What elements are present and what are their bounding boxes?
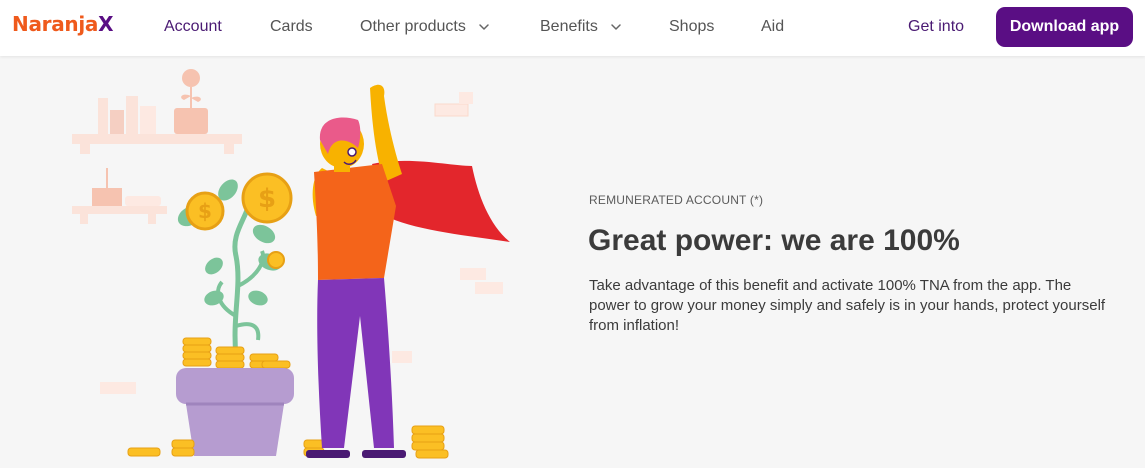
svg-text:$: $	[258, 184, 276, 214]
nav-account-label: Account	[164, 18, 222, 35]
chevron-down-icon	[610, 21, 622, 33]
top-navigation-bar: NaranjaX Account Cards Other products Be…	[0, 0, 1145, 56]
nav-shops-label: Shops	[669, 18, 715, 35]
nav-other-products[interactable]: Other products	[360, 18, 490, 36]
nav-shops[interactable]: Shops	[669, 18, 714, 36]
logo-x: X	[98, 12, 114, 36]
decor-shelves	[72, 69, 503, 394]
nav-cards[interactable]: Cards	[270, 18, 313, 36]
hero-person	[306, 84, 406, 458]
nav-other-products-label: Other products	[360, 18, 466, 35]
login-link[interactable]: Get into	[908, 18, 964, 36]
svg-text:$: $	[198, 199, 212, 223]
hero-title: Great power: we are 100%	[588, 224, 960, 257]
naranjax-logo[interactable]: NaranjaX	[12, 12, 114, 36]
nav-aid-label: Aid	[761, 18, 785, 35]
nav-cards-label: Cards	[270, 18, 313, 35]
nav-aid[interactable]: Aid	[761, 18, 784, 36]
nav-account[interactable]: Account	[164, 18, 222, 36]
nav-benefits[interactable]: Benefits	[540, 18, 622, 36]
hero-illustration: $ $	[72, 69, 510, 459]
download-app-button[interactable]: Download app	[996, 7, 1133, 47]
hero-eyebrow: REMUNERATED ACCOUNT (*)	[589, 193, 764, 207]
chevron-down-icon	[478, 21, 490, 33]
hero-body: Take advantage of this benefit and activ…	[589, 277, 1106, 334]
nav-benefits-label: Benefits	[540, 18, 598, 35]
logo-text: Naranja	[12, 12, 99, 36]
money-plant: $ $	[177, 172, 293, 357]
